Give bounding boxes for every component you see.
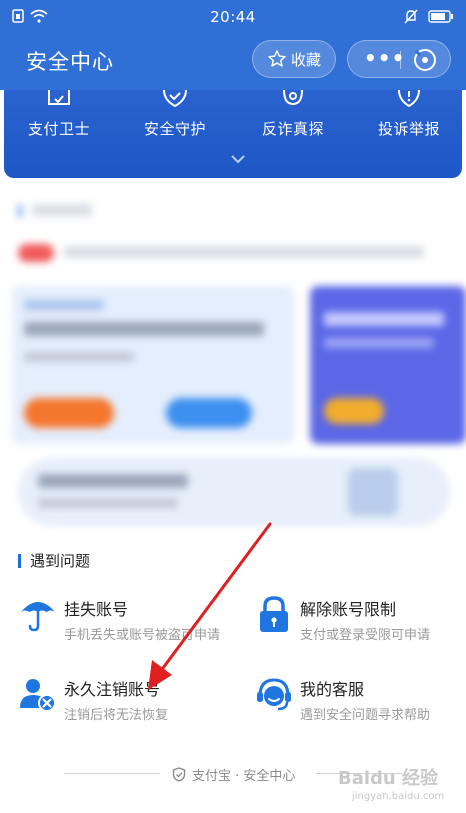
shield-icon (172, 767, 186, 782)
status-time: 20:44 (210, 8, 256, 26)
shield-scan-icon (48, 90, 70, 105)
footer-divider-left (64, 773, 160, 774)
footer: 支付宝 · 安全中心 (172, 765, 295, 784)
header: 安全中心 收藏 ••• (0, 34, 466, 90)
item-subtitle: 支付或登录受限可申请 (300, 628, 431, 643)
item-subtitle: 手机丢失或账号被盗可申请 (64, 628, 221, 643)
item-title: 永久注销账号 (64, 680, 161, 699)
favorite-button[interactable]: 收藏 (252, 40, 336, 78)
mute-bell-icon (404, 9, 418, 24)
entry-anti-fraud[interactable]: 反诈真探 (238, 90, 348, 139)
watermark-url: jingyan.baidu.com (352, 791, 445, 802)
mini-program-menu: ••• (347, 40, 451, 78)
user-remove-icon (20, 679, 56, 712)
shield-check-icon (163, 90, 187, 108)
watermark: Baidu 经验 (338, 768, 439, 789)
close-icon[interactable] (412, 47, 438, 73)
item-title: 我的客服 (300, 680, 365, 699)
item-subtitle: 遇到安全问题寻求帮助 (300, 708, 431, 723)
item-title: 解除账号限制 (300, 600, 397, 619)
alert-shield-icon (398, 90, 420, 108)
status-bar: 20:44 (0, 0, 466, 34)
page-title: 安全中心 (26, 50, 114, 74)
entry-pay-guard[interactable]: 支付卫士 (4, 90, 114, 139)
star-icon (268, 50, 286, 67)
entry-complaint[interactable]: 投诉举报 (354, 90, 464, 139)
entry-label: 支付卫士 (27, 120, 90, 138)
item-title: 挂失账号 (64, 600, 129, 619)
chevron-down-icon[interactable] (231, 154, 245, 164)
section-marker (18, 554, 21, 568)
security-entries: 支付卫士 安全守护 反诈真探 投诉举报 (4, 90, 462, 178)
item-subtitle: 注销后将无法恢复 (64, 708, 169, 723)
entry-security-guard[interactable]: 安全守护 (120, 90, 230, 139)
blurred-banner (18, 458, 450, 526)
blurred-card (12, 286, 294, 444)
blurred-card (310, 286, 466, 444)
entry-label: 投诉举报 (377, 120, 440, 138)
umbrella-icon (21, 602, 55, 632)
detective-icon (283, 90, 303, 106)
favorite-label: 收藏 (290, 50, 321, 69)
blurred-content (0, 190, 466, 530)
footer-text: 支付宝 · 安全中心 (192, 769, 296, 784)
customer-service-icon (257, 678, 291, 711)
status-right (404, 9, 454, 24)
lock-icon (260, 596, 288, 632)
entry-label: 安全守护 (143, 120, 206, 138)
menu-divider (400, 51, 401, 69)
section-title: 遇到问题 (30, 552, 91, 570)
entry-label: 反诈真探 (261, 120, 324, 138)
battery-icon (428, 10, 453, 23)
